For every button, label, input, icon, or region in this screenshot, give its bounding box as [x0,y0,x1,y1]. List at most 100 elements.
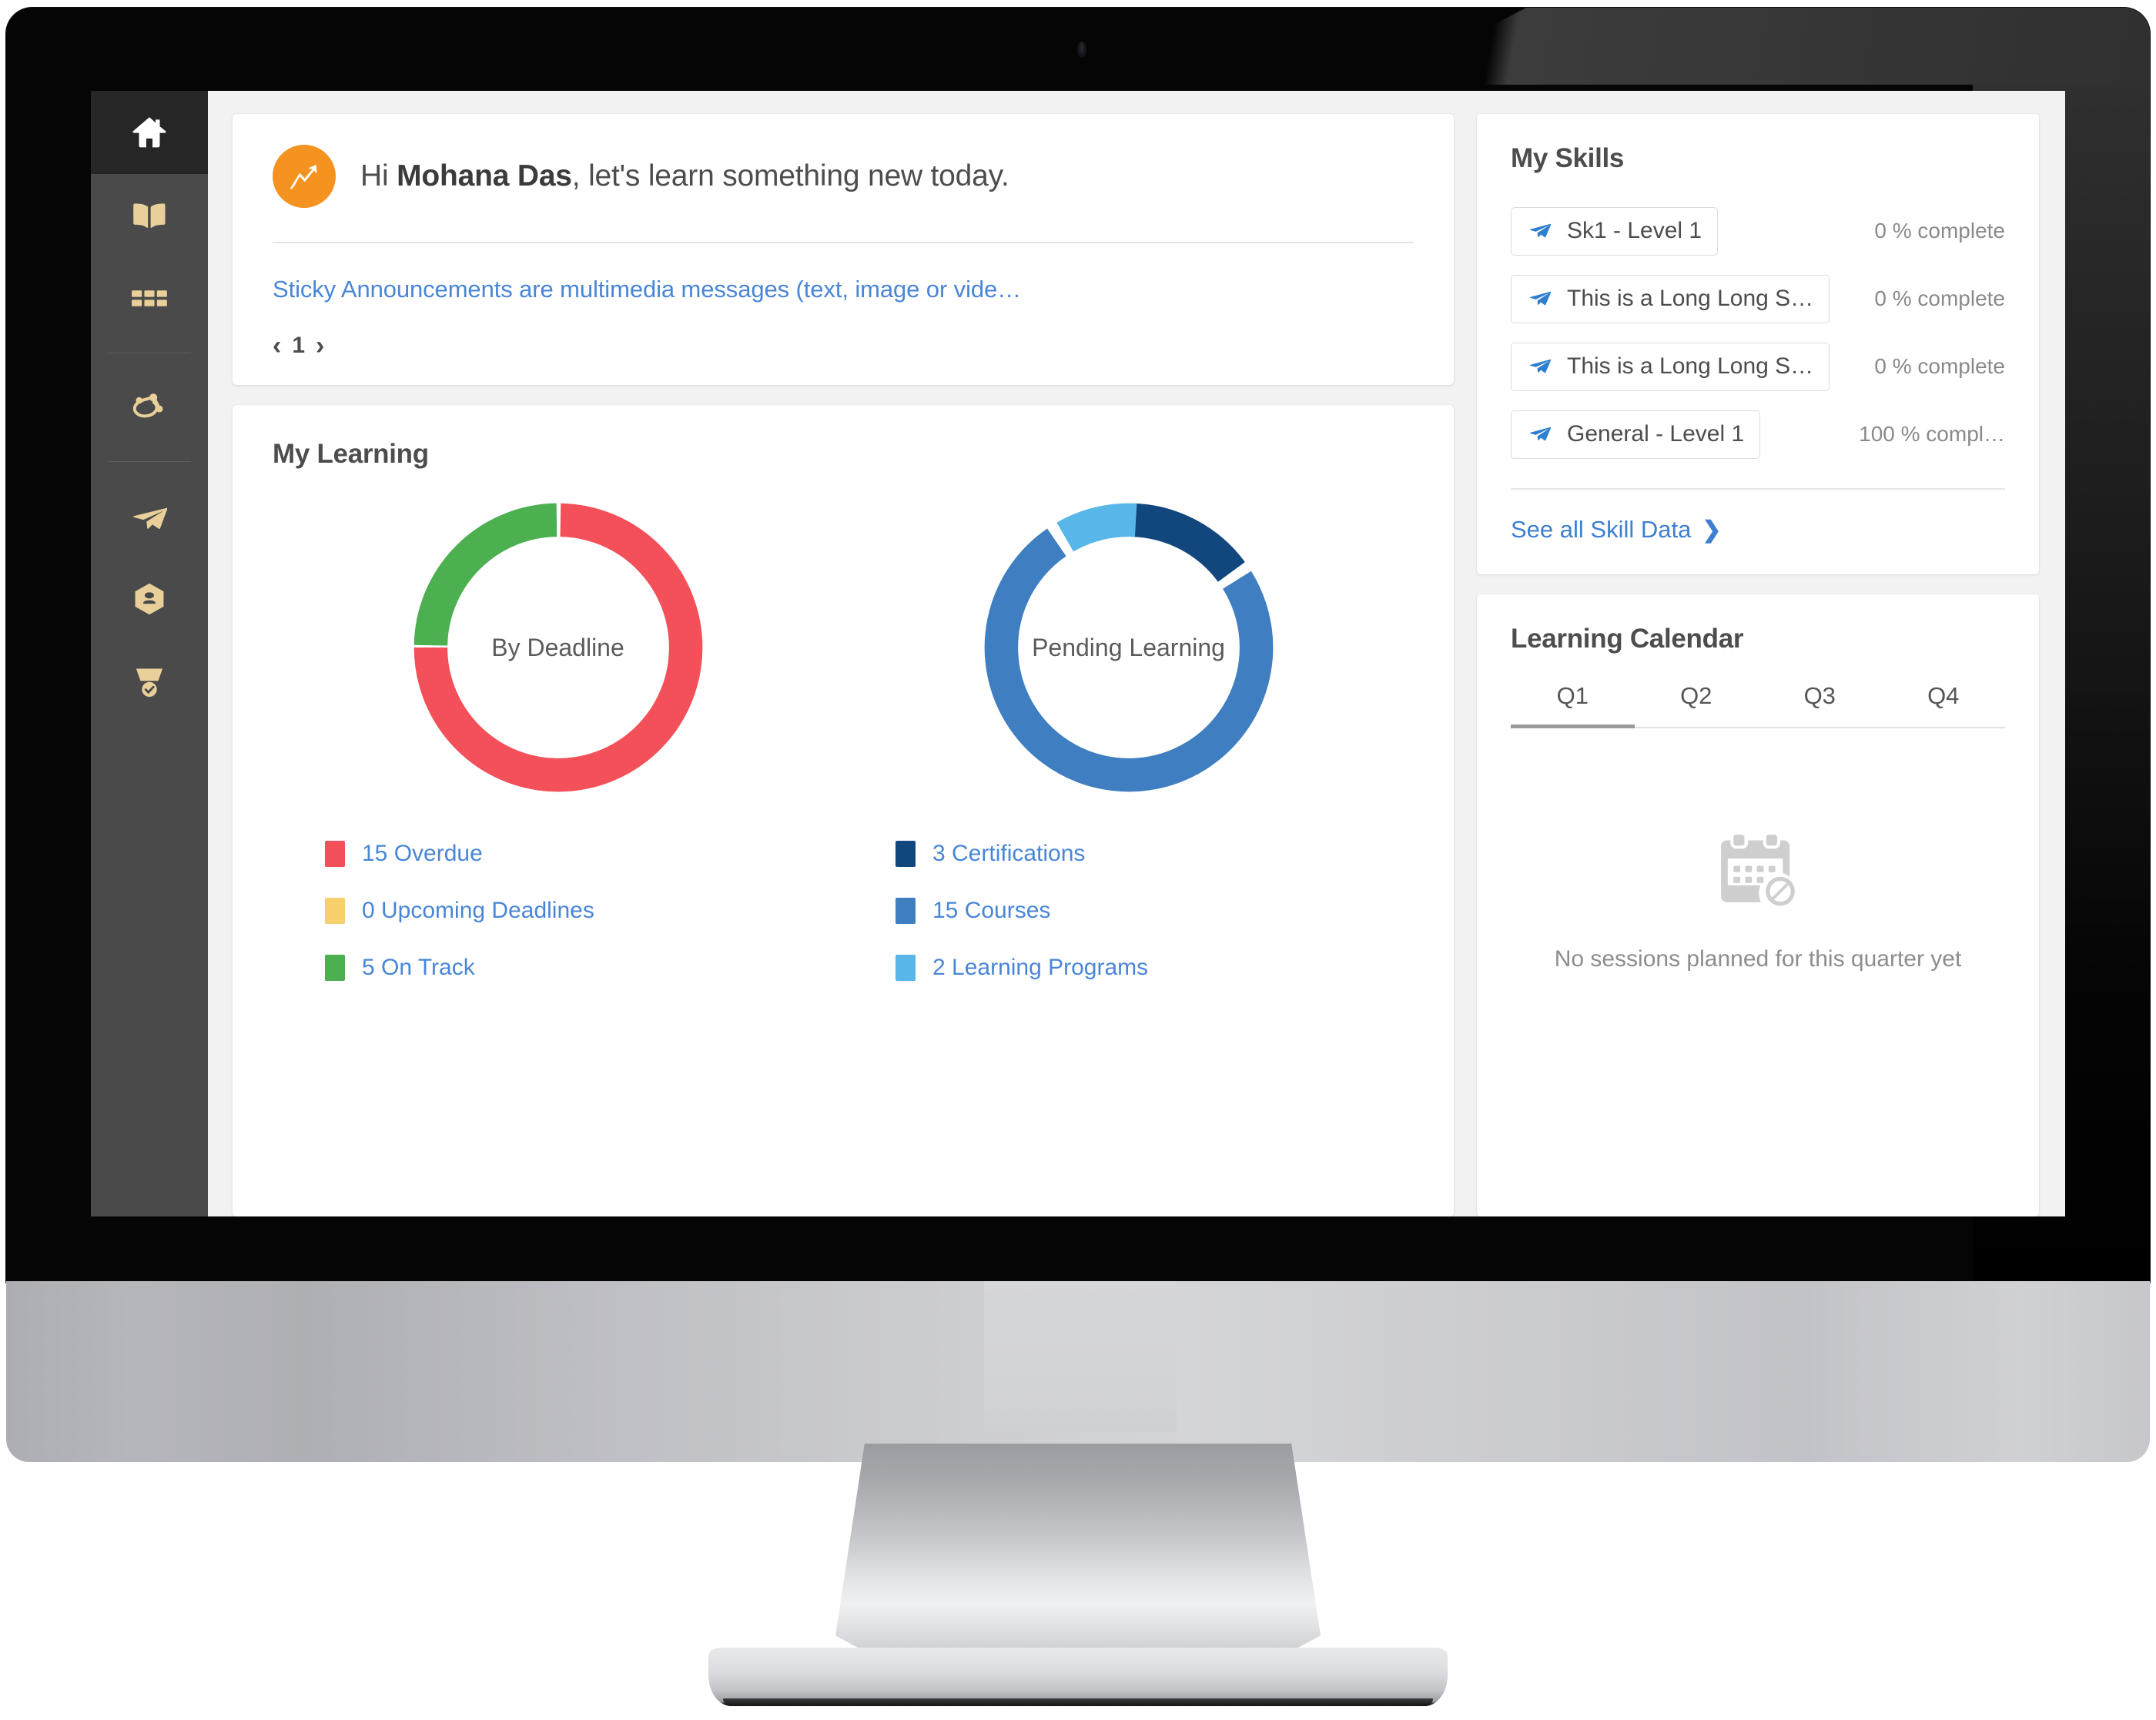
skill-row: General - Level 1 100 % compl… [1511,400,2005,468]
skill-row: This is a Long Long S… 0 % complete [1511,333,2005,400]
legend-label-overdue[interactable]: 15 Overdue [362,841,483,867]
skill-progress: 0 % complete [1874,286,2005,310]
sidebar-item-certificates[interactable] [91,641,208,724]
legend-item: 3 Certifications [896,825,1148,882]
tab-q2[interactable]: Q2 [1635,682,1759,727]
announcement-pagination: ‹ 1 › [273,333,1414,359]
skill-name: General - Level 1 [1567,421,1745,447]
network-icon [128,386,171,429]
tab-q4[interactable]: Q4 [1882,682,2006,727]
skill-chip[interactable]: General - Level 1 [1511,410,1761,459]
current-page-number: 1 [292,333,306,358]
left-column: Hi Mohana Das, let's learn something new… [233,114,1454,1216]
greeting-text: Hi Mohana Das, let's learn something new… [360,159,1009,193]
legend-label-on-track[interactable]: 5 On Track [362,955,475,981]
sidebar-item-badges[interactable] [91,557,208,641]
donut-charts: By Deadline 15 Overdue 0 Upcoming Deadli… [273,488,1414,996]
paper-plane-icon [1527,284,1553,314]
book-icon [128,194,171,237]
skill-progress: 0 % complete [1874,354,2005,378]
skill-name: This is a Long Long S… [1567,286,1814,311]
skill-progress: 0 % complete [1874,219,2005,243]
pending-learning-donut: Pending Learning [969,488,1288,807]
legend-item: 15 Overdue [325,825,594,882]
legend-swatch-overdue [325,841,345,867]
tab-q1[interactable]: Q1 [1511,682,1635,728]
by-deadline-chart-column: By Deadline 15 Overdue 0 Upcoming Deadli… [273,488,843,996]
my-skills-title: My Skills [1511,143,1625,173]
my-learning-title: My Learning [273,439,429,469]
calendar-disabled-icon [1715,828,1801,915]
pending-learning-legend: 3 Certifications 15 Courses 2 Learning P… [896,825,1148,996]
by-deadline-legend: 15 Overdue 0 Upcoming Deadlines 5 On Tra… [325,825,594,996]
bezel-highlight [1380,8,2150,85]
see-all-skill-data-link[interactable]: See all Skill Data ❯ [1511,516,1721,544]
quarter-tabs: Q1 Q2 Q3 Q4 [1511,682,2005,728]
announcement-link[interactable]: Sticky Announcements are multimedia mess… [273,276,1414,303]
skill-chip[interactable]: This is a Long Long S… [1511,342,1830,391]
legend-item: 2 Learning Programs [896,939,1148,996]
paper-plane-icon [128,494,171,537]
hexagon-badge-icon [129,578,170,620]
skill-chip[interactable]: This is a Long Long S… [1511,274,1830,323]
greeting-divider [273,242,1414,243]
my-skills-card: My Skills Sk1 - Level 1 0 % complete Thi… [1477,114,2039,574]
monitor-stand-neck [835,1444,1321,1667]
skill-chip[interactable]: Sk1 - Level 1 [1511,206,1719,256]
legend-item: 0 Upcoming Deadlines [325,882,594,939]
sidebar-item-apps[interactable] [91,257,208,340]
sidebar-item-skills[interactable] [91,474,208,557]
home-icon [129,112,170,153]
sidebar-item-catalog[interactable] [91,174,208,257]
screen-viewport: Hi Mohana Das, let's learn something new… [91,91,2065,1216]
grid-icon [128,277,171,320]
sidebar-item-social[interactable] [91,366,208,449]
legend-swatch-on-track [325,955,345,981]
paper-plane-icon [1527,216,1553,246]
right-column: My Skills Sk1 - Level 1 0 % complete Thi… [1477,114,2039,1216]
pending-learning-chart-column: Pending Learning 3 Certifications 15 Cou… [843,488,1414,996]
see-all-skill-data-label: See all Skill Data [1511,516,1692,543]
calendar-empty-text: No sessions planned for this quarter yet [1554,946,1962,972]
my-learning-card: My Learning By Deadline 15 Overdue 0 Upc… [233,405,1454,1216]
skill-name: Sk1 - Level 1 [1567,218,1702,243]
tab-q3[interactable]: Q3 [1758,682,1882,727]
learning-app: Hi Mohana Das, let's learn something new… [91,91,2065,1216]
monitor-stand-base [708,1648,1448,1706]
legend-swatch-certifications [896,841,916,867]
legend-swatch-courses [896,898,916,924]
paper-plane-icon [1527,420,1553,450]
greeting-row: Hi Mohana Das, let's learn something new… [273,145,1414,208]
skill-progress: 100 % compl… [1859,422,2005,446]
prev-page-button[interactable]: ‹ [273,333,281,359]
sidebar-divider-2 [108,461,191,462]
by-deadline-center-label: By Deadline [491,633,624,661]
sidebar-item-home[interactable] [91,91,208,174]
legend-item: 5 On Track [325,939,594,996]
legend-swatch-upcoming [325,898,345,924]
learning-calendar-card: Learning Calendar Q1 Q2 Q3 Q4 No session… [1477,594,2039,1216]
greeting-suffix: , let's learn something new today. [571,159,1009,192]
greeting-card: Hi Mohana Das, let's learn something new… [233,114,1454,385]
chevron-right-icon: ❯ [1702,517,1722,543]
growth-arrow-icon [273,145,336,208]
skills-divider [1511,488,2005,490]
sidebar [91,91,208,1216]
chin-notch [984,1281,1177,1432]
main-content: Hi Mohana Das, let's learn something new… [208,91,2065,1216]
next-page-button[interactable]: › [316,333,324,359]
paper-plane-icon [1527,352,1553,382]
calendar-empty-state: No sessions planned for this quarter yet [1511,728,2005,972]
skill-row: Sk1 - Level 1 0 % complete [1511,197,2005,265]
legend-label-courses[interactable]: 15 Courses [932,898,1050,924]
greeting-user-name: Mohana Das [397,159,572,192]
award-check-icon [129,661,170,703]
legend-label-certifications[interactable]: 3 Certifications [932,841,1085,867]
imac-mockup: Hi Mohana Das, let's learn something new… [0,0,2156,1720]
legend-label-upcoming[interactable]: 0 Upcoming Deadlines [362,898,594,924]
legend-label-learning-programs[interactable]: 2 Learning Programs [932,955,1148,981]
pending-learning-center-label: Pending Learning [1032,633,1225,661]
webcam-icon [1079,42,1085,56]
legend-swatch-learning-programs [896,955,916,981]
skill-row: This is a Long Long S… 0 % complete [1511,265,2005,333]
